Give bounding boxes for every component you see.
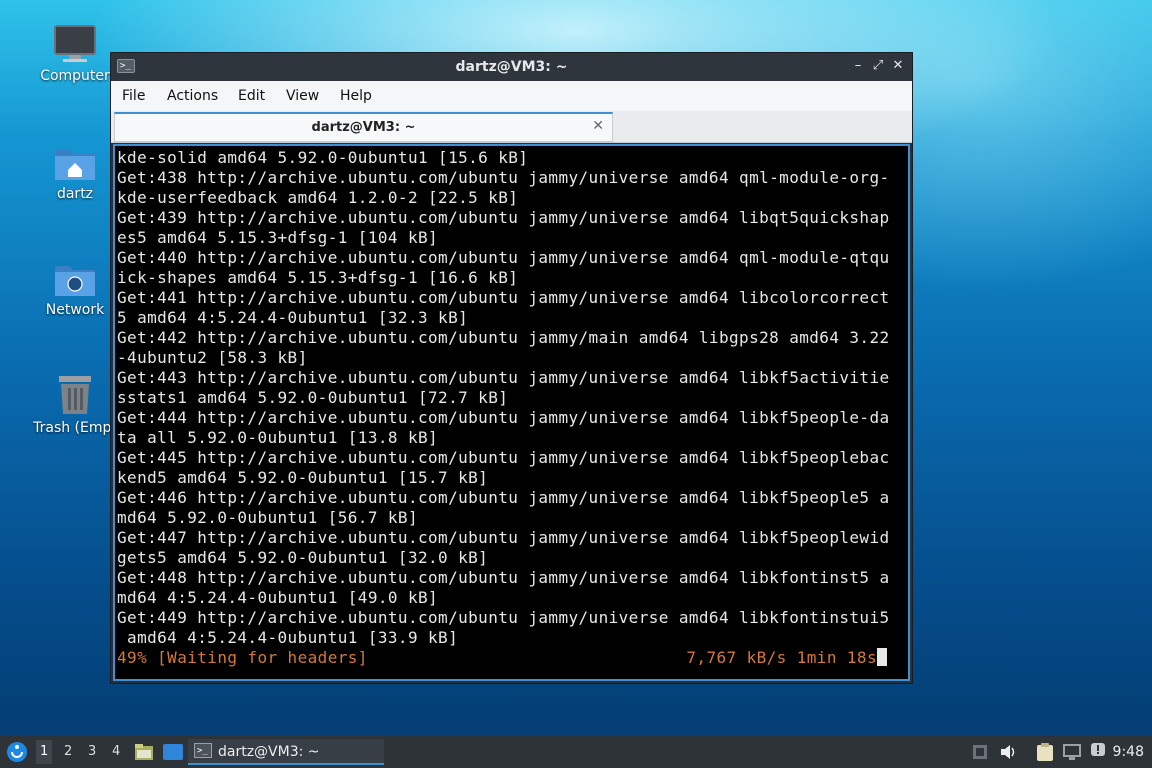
menu-file[interactable]: File [122,88,145,104]
network-folder-icon [55,266,95,296]
trash-icon [59,376,91,414]
monitor-icon [54,25,96,62]
close-button[interactable]: ✕ [890,58,906,74]
terminal-output[interactable]: kde-solid amd64 5.92.0-0ubuntu1 [15.6 kB… [113,144,910,681]
taskbar-clock[interactable]: 9:48 [1113,744,1144,760]
maximize-button[interactable]: ⤢ [870,58,886,74]
tab-label: dartz@VM3: ~ [311,120,416,135]
clipboard-icon[interactable] [1036,742,1054,762]
network-status-icon[interactable] [1062,743,1082,761]
progress-status-right: 7,767 kB/s 1min 18s [686,648,887,667]
workspace-2[interactable]: 2 [64,744,72,759]
desktop-icon-label: Computer [40,68,110,84]
tab-terminal[interactable]: dartz@VM3: ~ ✕ [114,112,613,142]
menu-view[interactable]: View [286,88,319,104]
terminal-text: kde-solid amd64 5.92.0-0ubuntu1 [15.6 kB… [117,148,890,647]
desktop-icon-label: Trash (Empt [33,420,117,436]
menu-actions[interactable]: Actions [167,88,218,104]
terminal-window[interactable]: >_ dartz@VM3: ~ – ⤢ ✕ File Actions Edit … [110,52,913,684]
home-folder-icon [55,150,95,180]
window-title: dartz@VM3: ~ [455,59,568,75]
menu-bar: File Actions Edit View Help [111,81,912,111]
workspace-3[interactable]: 3 [88,744,96,759]
workspace-4[interactable]: 4 [112,744,120,759]
workspace-1[interactable]: 1 [36,740,53,764]
tab-close-icon[interactable]: ✕ [592,118,604,134]
download-rate-eta: 7,767 kB/s 1min 18s [686,648,877,667]
window-titlebar[interactable]: >_ dartz@VM3: ~ – ⤢ ✕ [111,53,912,81]
taskbar-terminal-button[interactable]: >_ dartz@VM3: ~ [188,739,384,765]
show-desktop-icon[interactable] [162,743,184,761]
progress-status-left: 49% [Waiting for headers] [117,648,368,667]
desktop-icon-label: dartz [56,186,94,202]
terminal-task-icon: >_ [194,743,212,758]
volume-icon[interactable] [1000,744,1018,760]
taskbar: 1 2 3 4 >_ dartz@VM3: ~ 9:48 [0,736,1152,768]
minimize-button[interactable]: – [850,58,866,74]
desktop-icon-label: Network [45,302,105,318]
file-manager-icon[interactable] [134,743,154,761]
tab-bar: dartz@VM3: ~ ✕ [111,111,912,143]
text-cursor [877,648,887,666]
notification-icon[interactable] [1090,742,1106,760]
menu-help[interactable]: Help [340,88,372,104]
menu-edit[interactable]: Edit [238,88,265,104]
screen-lock-icon[interactable] [972,744,988,760]
app-menu-icon[interactable] [6,741,28,763]
taskbar-terminal-label: dartz@VM3: ~ [218,744,320,760]
progress-status-line: 49% [Waiting for headers] 7,767 kB/s 1mi… [117,648,887,667]
